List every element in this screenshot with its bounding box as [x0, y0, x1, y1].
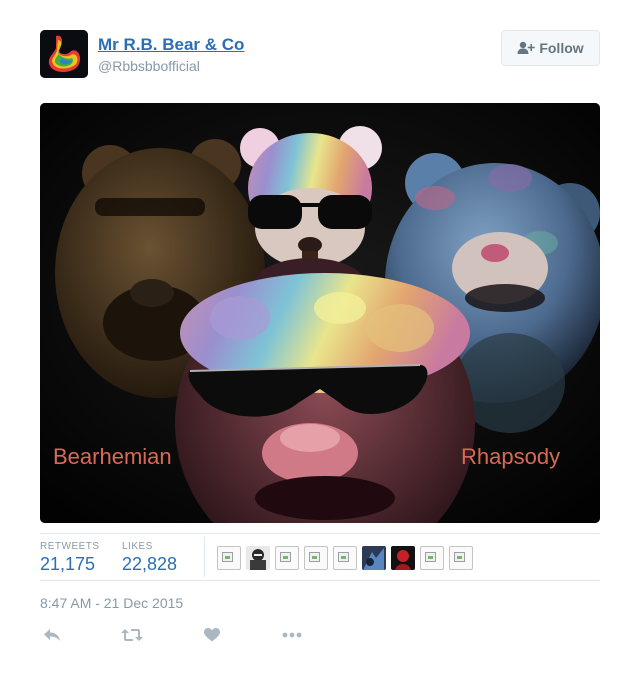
retweets-count[interactable]: 21,175 — [40, 554, 95, 575]
liker-avatar[interactable] — [362, 546, 386, 570]
tweet-photo[interactable]: Bearhemian Rhapsody — [40, 103, 600, 523]
likes-count[interactable]: 22,828 — [122, 554, 177, 575]
reply-icon[interactable] — [40, 625, 64, 645]
follow-label: Follow — [539, 40, 584, 56]
likes-label[interactable]: LIKES — [122, 541, 153, 552]
liker-avatar[interactable] — [449, 546, 473, 570]
likers-avatars — [217, 546, 473, 570]
more-icon[interactable] — [280, 625, 304, 645]
photo-caption-left: Bearhemian — [53, 444, 172, 469]
user-handle[interactable]: @Rbbsbbofficial — [98, 58, 200, 74]
photo-caption-right: Rhapsody — [461, 444, 561, 469]
liker-avatar[interactable] — [246, 546, 270, 570]
stats-divider — [204, 537, 205, 577]
display-name[interactable]: Mr R.B. Bear & Co — [98, 35, 244, 55]
follow-button[interactable]: Follow — [501, 30, 600, 66]
tweet-timestamp[interactable]: 8:47 AM - 21 Dec 2015 — [40, 595, 183, 611]
liker-avatar[interactable] — [304, 546, 328, 570]
retweets-label[interactable]: RETWEETS — [40, 541, 100, 552]
add-user-icon — [517, 41, 536, 55]
heart-icon[interactable] — [200, 625, 224, 645]
liker-avatar[interactable] — [391, 546, 415, 570]
divider-top — [40, 533, 600, 534]
avatar[interactable] — [40, 30, 88, 78]
liker-avatar[interactable] — [333, 546, 357, 570]
liker-avatar[interactable] — [217, 546, 241, 570]
divider-bottom — [40, 580, 600, 581]
retweet-icon[interactable] — [120, 625, 144, 645]
liker-avatar[interactable] — [420, 546, 444, 570]
liker-avatar[interactable] — [275, 546, 299, 570]
